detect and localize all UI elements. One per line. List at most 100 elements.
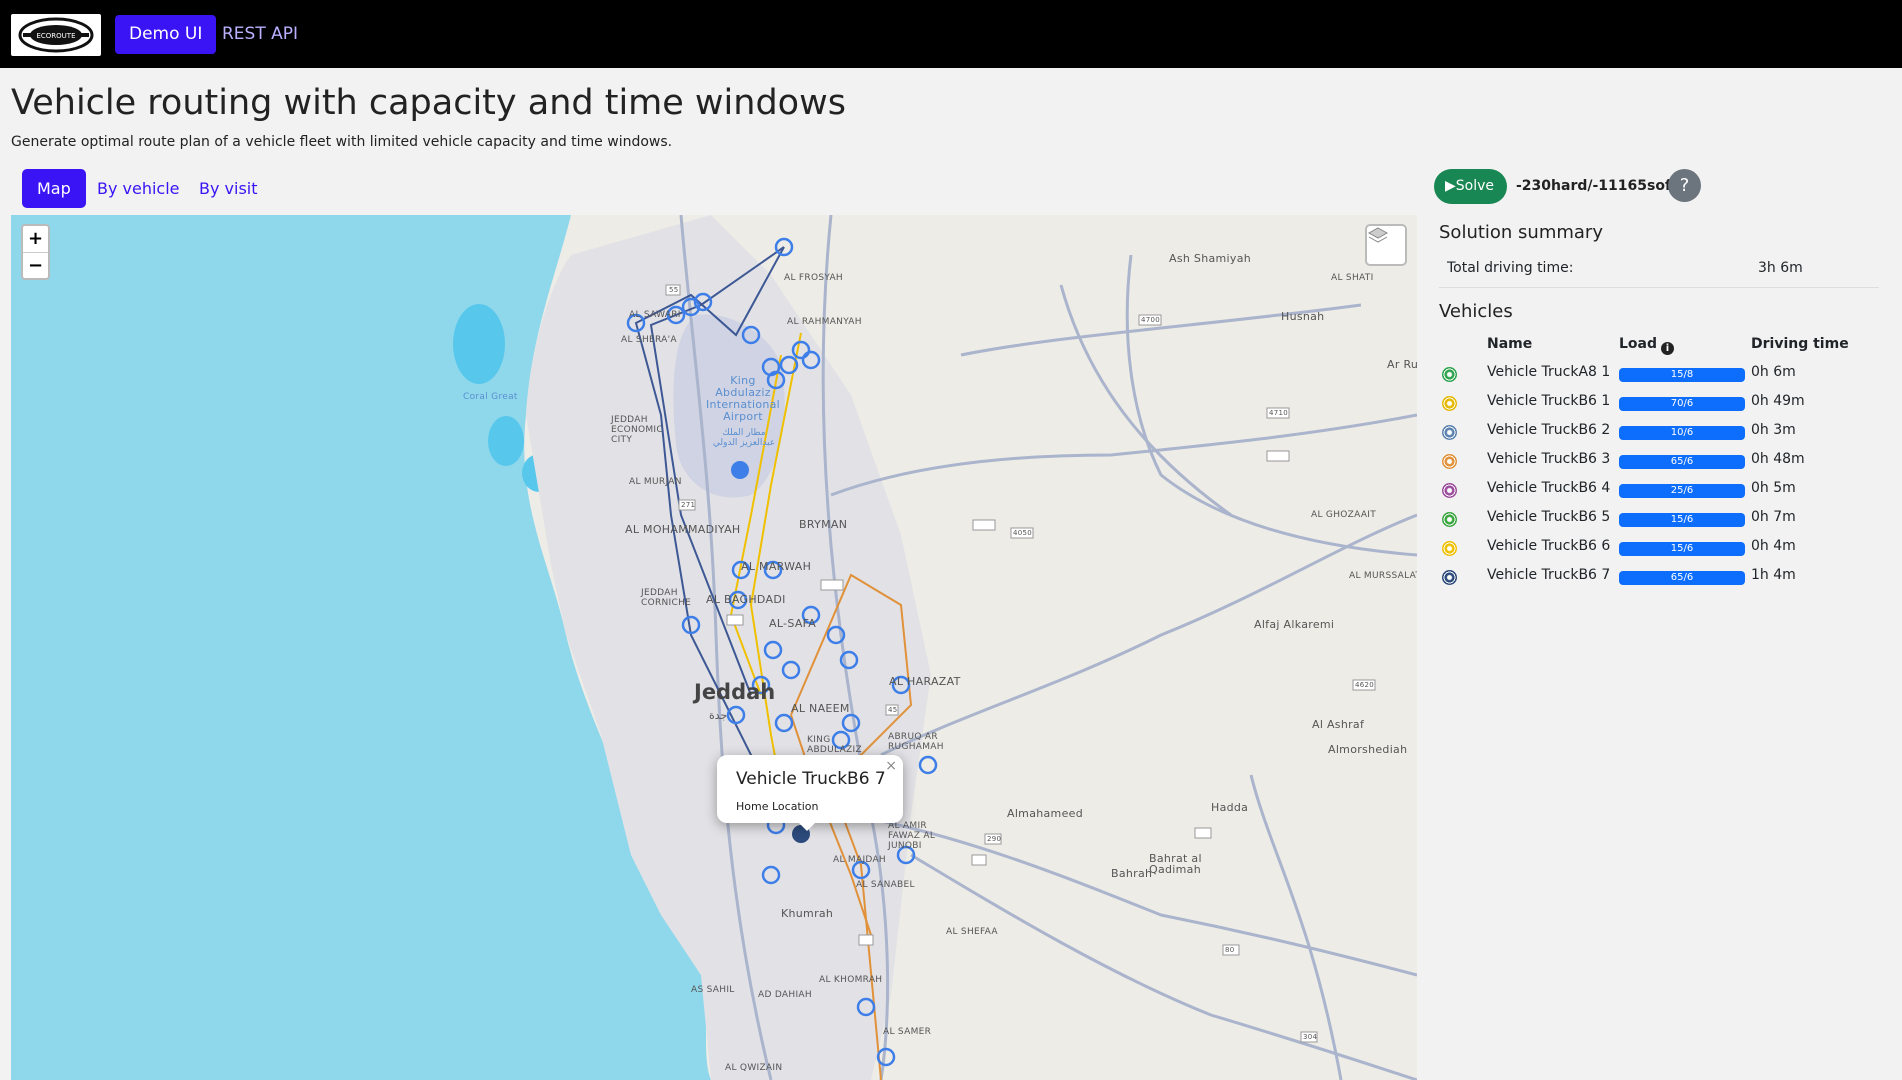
vehicle-row[interactable]: Vehicle TruckA8 1 15/8 0h 6m bbox=[1439, 360, 1879, 389]
map-label-alrahmanyah: AL RAHMANYAH bbox=[787, 317, 862, 327]
header-name: Name bbox=[1487, 336, 1533, 352]
load-value: 25/6 bbox=[1670, 485, 1694, 496]
load-value: 65/6 bbox=[1670, 456, 1694, 467]
vehicle-color-icon bbox=[1442, 541, 1457, 556]
map-label-alsheifaa: AL SHEFAA bbox=[946, 927, 998, 937]
info-icon[interactable]: i bbox=[1661, 342, 1675, 355]
ecoroute-logo[interactable]: ECOROUTE bbox=[11, 14, 101, 56]
total-driving-label: Total driving time: bbox=[1447, 260, 1574, 276]
vehicle-color-icon bbox=[1442, 367, 1457, 382]
vehicle-driving-time: 0h 3m bbox=[1751, 422, 1796, 438]
road-label-45: 45 bbox=[888, 706, 898, 714]
map-label-alkhomrah: AL KHOMRAH bbox=[819, 975, 883, 985]
vehicle-row[interactable]: Vehicle TruckB6 3 65/6 0h 48m bbox=[1439, 447, 1879, 476]
vehicle-row[interactable]: Vehicle TruckB6 2 10/6 0h 3m bbox=[1439, 418, 1879, 447]
road-label-304: 304 bbox=[1303, 1033, 1318, 1041]
layers-button[interactable] bbox=[1365, 224, 1407, 266]
vehicle-driving-time: 0h 5m bbox=[1751, 480, 1796, 496]
load-progress-bar: 25/6 bbox=[1619, 484, 1745, 498]
map-label-airport: King Abdulaziz International Airport bbox=[705, 374, 781, 423]
map-canvas bbox=[11, 215, 1417, 1080]
vehicle-driving-time: 1h 4m bbox=[1751, 567, 1796, 583]
vehicle-row[interactable]: Vehicle TruckB6 6 15/6 0h 4m bbox=[1439, 534, 1879, 563]
route-map[interactable]: Jeddah جدة AL NAEEM AL MARWAH AL BAGHDAD… bbox=[11, 215, 1417, 1080]
vehicle-driving-time: 0h 6m bbox=[1751, 364, 1796, 380]
road-label-290: 290 bbox=[987, 835, 1002, 843]
map-label-bryman: BRYMAN bbox=[799, 518, 848, 531]
vehicle-driving-time: 0h 4m bbox=[1751, 538, 1796, 554]
map-label-corniche: JEDDAH CORNICHE bbox=[641, 588, 692, 608]
load-progress-bar: 15/6 bbox=[1619, 513, 1745, 527]
vehicles-title: Vehicles bbox=[1439, 301, 1513, 322]
play-icon: ▶ bbox=[1445, 178, 1456, 194]
road-label-4710: 4710 bbox=[1269, 409, 1289, 417]
popup-title: Vehicle TruckB6 7 bbox=[736, 769, 886, 789]
map-label-city: Jeddah bbox=[694, 680, 776, 704]
load-value: 65/6 bbox=[1670, 572, 1694, 583]
popup-close-button[interactable]: × bbox=[885, 758, 897, 774]
load-progress-bar: 15/8 bbox=[1619, 368, 1745, 382]
map-label-hadda: Hadda bbox=[1211, 801, 1249, 814]
vehicle-name: Vehicle TruckB6 7 bbox=[1487, 567, 1611, 583]
road-label-271: 271 bbox=[681, 501, 696, 509]
map-label-coral: Coral Great bbox=[463, 392, 518, 402]
vehicle-name: Vehicle TruckB6 2 bbox=[1487, 422, 1611, 438]
help-button[interactable]: ? bbox=[1668, 169, 1701, 202]
map-label-arrud: Ar Rud bbox=[1387, 358, 1417, 371]
vehicle-rows: Vehicle TruckA8 1 15/8 0h 6m Vehicle TruckB… bbox=[1439, 360, 1879, 592]
header-load: Load i bbox=[1619, 336, 1675, 355]
map-label-almorshediah: Almorshediah bbox=[1328, 743, 1408, 756]
map-label-alsawari: AL SAWARI bbox=[629, 310, 681, 320]
map-label-almurzum: AL MAJDAH bbox=[833, 855, 887, 865]
vehicle-name: Vehicle TruckB6 4 bbox=[1487, 480, 1611, 496]
vehicles-table-header: Name Load i Driving time bbox=[1439, 330, 1879, 360]
vehicle-name: Vehicle TruckB6 1 bbox=[1487, 393, 1611, 409]
vehicle-row[interactable]: Vehicle TruckB6 7 65/6 1h 4m bbox=[1439, 563, 1879, 592]
zoom-out-button[interactable]: − bbox=[23, 252, 48, 278]
load-value: 15/6 bbox=[1670, 514, 1694, 525]
page-title: Vehicle routing with capacity and time w… bbox=[11, 83, 846, 123]
vehicle-driving-time: 0h 49m bbox=[1751, 393, 1805, 409]
top-navbar: ECOROUTE Demo UI REST API bbox=[0, 0, 1902, 68]
total-driving-value: 3h 6m bbox=[1758, 260, 1803, 276]
popup-subtitle: Home Location bbox=[736, 800, 819, 813]
tab-by-vehicle[interactable]: By vehicle bbox=[82, 169, 195, 208]
map-label-alashraf: Al Ashraf bbox=[1312, 718, 1365, 731]
vehicle-color-icon bbox=[1442, 570, 1457, 585]
map-label-ashshamiyah: Ash Shamiyah bbox=[1169, 252, 1252, 265]
page-subtitle: Generate optimal route plan of a vehicle… bbox=[11, 134, 673, 150]
tab-map[interactable]: Map bbox=[22, 169, 86, 208]
zoom-control: + − bbox=[21, 224, 50, 280]
vehicle-popup: Vehicle TruckB6 7 Home Location × bbox=[717, 755, 903, 823]
vehicle-row[interactable]: Vehicle TruckB6 1 70/6 0h 49m bbox=[1439, 389, 1879, 418]
solve-button[interactable]: ▶Solve bbox=[1434, 169, 1507, 204]
solve-label: Solve bbox=[1455, 178, 1495, 194]
load-value: 70/6 bbox=[1670, 398, 1694, 409]
zoom-in-button[interactable]: + bbox=[23, 226, 48, 252]
load-progress-bar: 10/6 bbox=[1619, 426, 1745, 440]
map-label-alfrosyah: AL FROSYAH bbox=[784, 273, 843, 283]
vehicle-name: Vehicle TruckA8 1 bbox=[1487, 364, 1611, 380]
nav-demo-ui[interactable]: Demo UI bbox=[115, 15, 217, 54]
map-label-alrawdah: AL MARWAH bbox=[741, 560, 812, 573]
vehicle-name: Vehicle TruckB6 5 bbox=[1487, 509, 1611, 525]
map-label-city-ar: جدة bbox=[709, 709, 728, 722]
header-driving: Driving time bbox=[1751, 336, 1849, 352]
airport-icon bbox=[731, 461, 749, 479]
load-progress-bar: 15/6 bbox=[1619, 542, 1745, 556]
map-label-alqwizain: AL QWIZAIN bbox=[725, 1063, 783, 1073]
load-value: 10/6 bbox=[1670, 427, 1694, 438]
map-label-alsamer: AL SAMER bbox=[883, 1027, 932, 1037]
vehicle-row[interactable]: Vehicle TruckB6 4 25/6 0h 5m bbox=[1439, 476, 1879, 505]
vehicle-color-icon bbox=[1442, 512, 1457, 527]
reef-1 bbox=[453, 304, 505, 384]
map-label-bahrah: Bahrah bbox=[1111, 867, 1153, 880]
map-label-alharazat: AL HARAZAT bbox=[889, 675, 961, 688]
reef-2 bbox=[488, 416, 524, 466]
load-value: 15/8 bbox=[1670, 369, 1694, 380]
score-display: -230hard/-11165soft bbox=[1516, 178, 1678, 194]
vehicle-row[interactable]: Vehicle TruckB6 5 15/6 0h 7m bbox=[1439, 505, 1879, 534]
tab-by-visit[interactable]: By visit bbox=[184, 169, 273, 208]
map-label-alsafa: AL-SAFA bbox=[769, 617, 817, 630]
nav-rest-api[interactable]: REST API bbox=[208, 15, 312, 54]
